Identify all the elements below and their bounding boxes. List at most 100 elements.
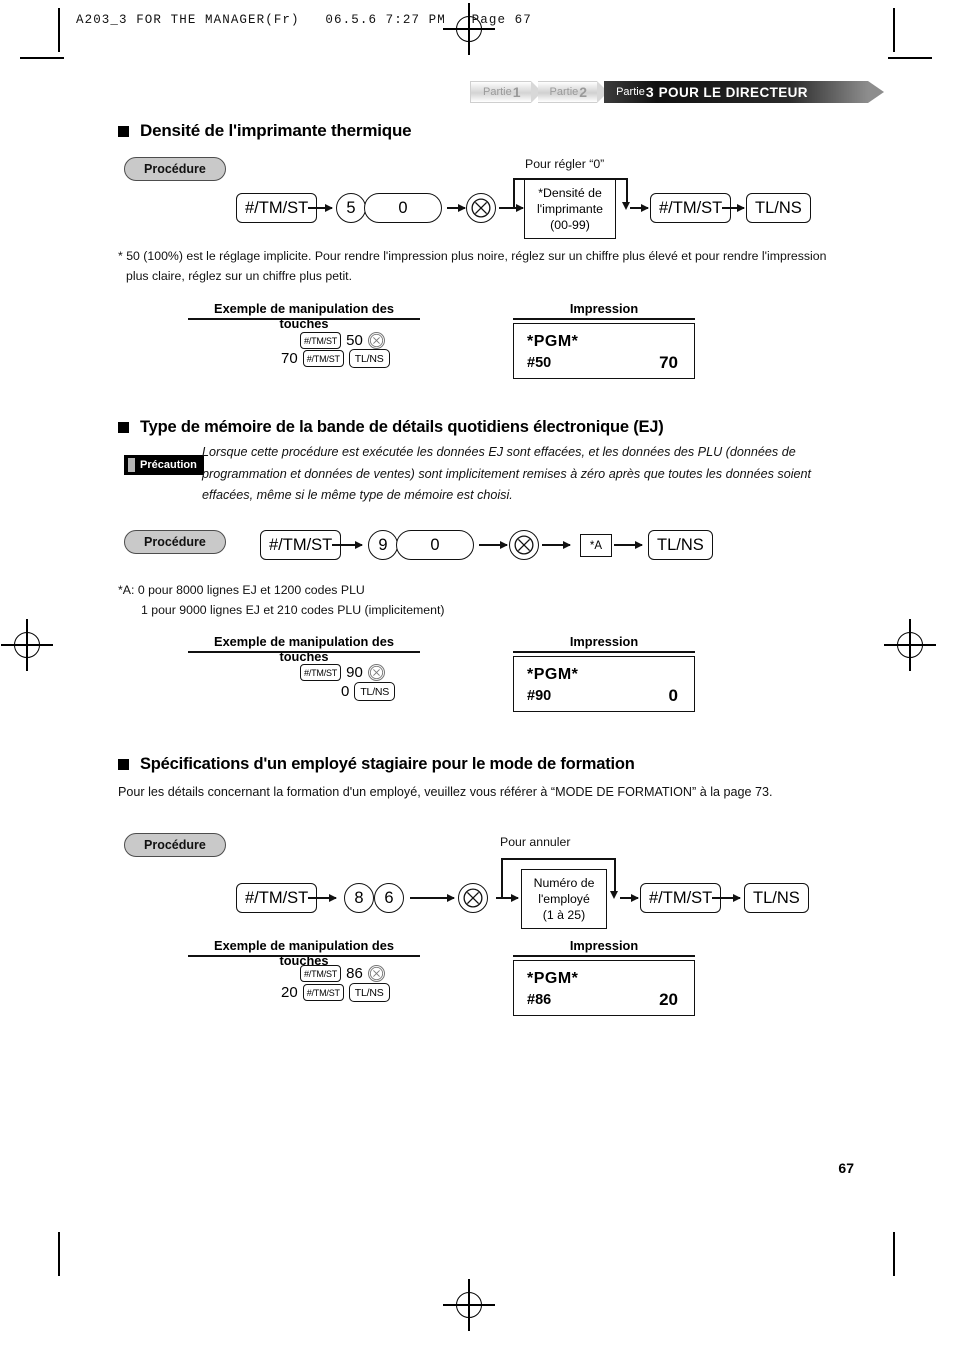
flow2-digit-9[interactable]: 9 <box>368 530 398 560</box>
flow1-bypass-arrowhead-icon <box>622 202 630 210</box>
flow3-arrow-2 <box>410 893 455 902</box>
section-2-example-header: Exemple de manipulation des touches <box>214 634 394 664</box>
section-1-footnote: * 50 (100%) est le réglage implicite. Po… <box>118 249 827 283</box>
section-1-heading: Densité de l'imprimante thermique <box>118 121 412 141</box>
example2-key-tlns[interactable]: TL/NS <box>354 682 396 701</box>
flow1-box-line-3: (00-99) <box>550 218 590 232</box>
flow3-key-tmst-1[interactable]: #/TM/ST <box>236 883 318 913</box>
flow3-box-line-1: Numéro de <box>533 876 595 890</box>
flow1-key-tlns[interactable]: TL/NS <box>746 193 811 223</box>
flow2-arrow-2 <box>479 540 508 549</box>
example1-key-tmst-2[interactable]: #/TM/ST <box>302 350 344 367</box>
tab-partie-2[interactable]: Partie 2 <box>537 81 598 103</box>
flow1-key-tmst-2[interactable]: #/TM/ST <box>650 193 732 223</box>
registration-mark-bottom <box>443 1279 495 1331</box>
flow3-multiply-icon[interactable] <box>458 883 488 913</box>
example2-multiply-icon[interactable] <box>367 664 385 681</box>
flow2-key-tmst-1-label: #/TM/ST <box>269 535 333 554</box>
example3-multiply-icon[interactable] <box>367 965 385 982</box>
flow2-digit-0-label: 0 <box>430 535 440 554</box>
flow1-multiply-icon[interactable] <box>466 193 496 223</box>
section-3-example-rule <box>188 955 420 957</box>
flow3-key-tmst-1-label: #/TM/ST <box>245 888 309 907</box>
example1-number-70: 70 <box>281 350 298 367</box>
flow3-box-line-3: (1 à 25) <box>542 908 586 922</box>
example1-multiply-icon[interactable] <box>367 332 385 349</box>
example3-key-tmst-2[interactable]: #/TM/ST <box>302 984 344 1001</box>
example2-key-tmst-1[interactable]: #/TM/ST <box>300 664 342 681</box>
section-3-procedure-label: Procédure <box>144 838 206 852</box>
section-1-example-rule <box>188 318 420 320</box>
example2-number-0: 0 <box>341 683 350 700</box>
example3-key-tlns[interactable]: TL/NS <box>348 983 390 1002</box>
receipt1-code: #50 <box>527 355 552 371</box>
receipt1-value: 70 <box>659 353 678 372</box>
example1-key-tmst-1[interactable]: #/TM/ST <box>300 332 342 349</box>
tab-partie-1[interactable]: Partie 1 <box>470 81 531 103</box>
section-3-example-header: Exemple de manipulation des touches <box>214 938 394 968</box>
flow1-key-tlns-label: TL/NS <box>755 198 802 217</box>
flow3-key-tmst-2[interactable]: #/TM/ST <box>640 883 722 913</box>
receipt2-code: #90 <box>527 688 552 704</box>
flow1-digit-0[interactable]: 0 <box>364 193 442 223</box>
flow3-arrow-4 <box>620 893 639 902</box>
section-3-example-row-2: 20 #/TM/ST TL/NS <box>281 983 390 1002</box>
flow2-option-box: *A <box>580 534 612 557</box>
section-2-procedure-label: Procédure <box>144 535 206 549</box>
flow2-key-tmst-1[interactable]: #/TM/ST <box>260 530 342 560</box>
flow2-key-tlns[interactable]: TL/NS <box>648 530 713 560</box>
tab-partie-2-number: 2 <box>579 84 588 100</box>
page-number: 67 <box>838 1160 854 1176</box>
tab-partie-3-title: POUR LE DIRECTEUR <box>658 84 808 100</box>
bullet-square-icon-2 <box>118 422 129 433</box>
flow2-multiply-icon[interactable] <box>509 530 539 560</box>
flow3-digit-6-label: 6 <box>384 888 394 907</box>
example3-number-86: 86 <box>346 965 363 982</box>
crop-mark-top-left-h <box>20 57 64 59</box>
registration-mark-right <box>884 619 936 671</box>
flow3-digit-8[interactable]: 8 <box>344 883 374 913</box>
example1-key-tlns[interactable]: TL/NS <box>348 349 390 368</box>
flow2-digit-0[interactable]: 0 <box>396 530 474 560</box>
registration-mark-left <box>1 619 53 671</box>
section-1-impression-header: Impression <box>569 301 639 316</box>
flow3-bypass-left-riser <box>501 858 503 898</box>
receipt3-title: *PGM* <box>527 970 579 987</box>
flow3-key-tlns[interactable]: TL/NS <box>744 883 809 913</box>
flow3-key-tmst-2-label: #/TM/ST <box>649 888 713 907</box>
flow3-arrow-3 <box>496 893 519 902</box>
tab-partie-3-active[interactable]: Partie 3 POUR LE DIRECTEUR <box>604 81 868 103</box>
flow1-printer-density-box: *Densité de l'imprimante (00-99) <box>524 179 616 239</box>
example3-number-20: 20 <box>281 984 298 1001</box>
section-1-procedure-label: Procédure <box>144 162 206 176</box>
flow3-arrow-5 <box>712 893 741 902</box>
section-2-impression-header: Impression <box>569 634 639 649</box>
receipt3-value: 20 <box>659 990 678 1009</box>
crop-mark-bottom-left-v <box>58 1232 60 1276</box>
section-2-example-row-1: #/TM/ST 90 <box>300 664 385 681</box>
tab-partie-1-number: 1 <box>512 84 521 100</box>
flow1-bypass-right-drop <box>626 178 628 203</box>
flow1-digit-5[interactable]: 5 <box>336 193 366 223</box>
receipt2-title: *PGM* <box>527 666 579 683</box>
tab-partie-1-label: Partie <box>483 86 512 98</box>
section-1-impression-rule <box>513 318 695 320</box>
receipt3-code: #86 <box>527 992 552 1008</box>
flow3-digit-6[interactable]: 6 <box>374 883 404 913</box>
section-2-footnote-line-2: 1 pour 9000 lignes EJ et 210 codes PLU (… <box>141 603 445 617</box>
section-2-caution-badge: Précaution <box>124 455 204 475</box>
section-3-heading: Spécifications d'un employé stagiaire po… <box>118 755 635 774</box>
tab-end-chevron-icon <box>867 81 884 103</box>
receipt2-value: 0 <box>668 686 678 705</box>
flow1-key-tmst-1[interactable]: #/TM/ST <box>236 193 318 223</box>
flow3-box-line-2: l'employé <box>538 892 590 906</box>
flow1-bypass-label: Pour régler “0” <box>525 157 605 171</box>
flow2-arrow-4 <box>614 540 643 549</box>
crop-mark-top-right-h <box>888 57 932 59</box>
section-1-example-header: Exemple de manipulation des touches <box>214 301 394 331</box>
example3-key-tmst-1[interactable]: #/TM/ST <box>300 965 342 982</box>
flow1-arrow-4 <box>630 203 649 212</box>
section-3-title: Spécifications d'un employé stagiaire po… <box>140 755 635 773</box>
flow2-arrow-3 <box>542 540 571 549</box>
flow3-bypass-label: Pour annuler <box>500 835 571 849</box>
